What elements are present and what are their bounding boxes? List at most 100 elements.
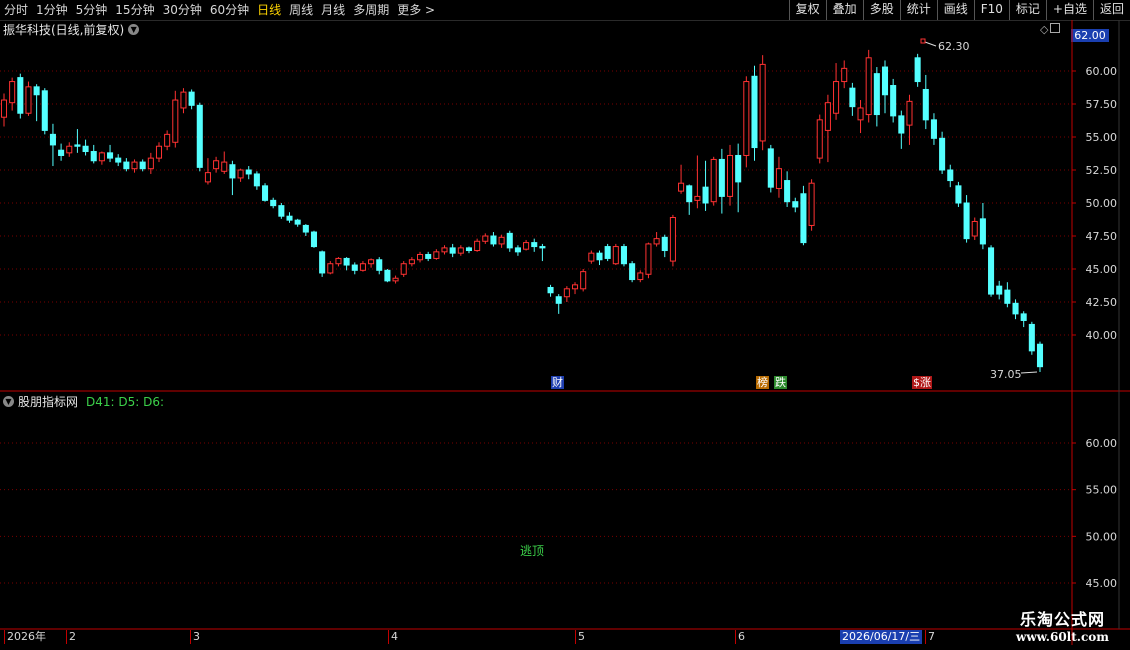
candle-body (661, 236, 668, 252)
timeline-label: 2 (66, 630, 76, 644)
candle-body (996, 285, 1003, 295)
event-tag[interactable]: 跌 (774, 376, 787, 389)
candle-body (188, 91, 195, 106)
candle-body (155, 145, 163, 159)
candle-body (327, 263, 334, 274)
candle-body (596, 252, 603, 261)
candle-body (376, 259, 383, 271)
candle-body (930, 119, 937, 139)
candle-body (482, 235, 489, 242)
candle-body (408, 259, 415, 265)
candle-body (800, 193, 807, 244)
candle-body (547, 286, 554, 294)
watermark: 乐淘公式网 www.60lt.com (995, 606, 1130, 644)
candle-body (653, 238, 660, 245)
candle-body (824, 102, 831, 131)
selected-date: 2026/06/17/三 (840, 630, 923, 644)
candle-body (588, 252, 595, 262)
candle-body (955, 185, 962, 204)
timeline-label: 3 (190, 630, 200, 644)
candle-body (979, 218, 986, 245)
candle-body (539, 246, 546, 249)
candle-body (262, 185, 269, 201)
low-price-label: 37.05 (990, 368, 1022, 381)
candle-body (873, 73, 880, 116)
candle-body (620, 246, 627, 265)
candle-body (988, 247, 995, 295)
price-tick-label: 45.00 (1086, 263, 1118, 276)
candle-body (947, 169, 954, 182)
candle-body (196, 104, 203, 168)
candle-body (82, 145, 89, 153)
timeline-label: 4 (388, 630, 398, 644)
candle-body (555, 296, 562, 304)
candle-body (41, 90, 48, 131)
candle-body (841, 67, 848, 83)
candle-body (816, 119, 823, 159)
candle-body (278, 205, 285, 217)
candle-body (914, 57, 921, 83)
candle-body (359, 263, 366, 271)
timeline-label: 5 (575, 630, 585, 644)
price-tick-label: 40.00 (1086, 329, 1118, 342)
timeline-label: 6 (735, 630, 745, 644)
candle-body (335, 257, 342, 265)
candle-body (743, 81, 750, 156)
candle-body (580, 271, 587, 290)
candle-body (400, 263, 407, 275)
price-tick-label: 42.50 (1086, 296, 1118, 309)
candle-body (172, 99, 179, 143)
candle-body (465, 247, 473, 252)
kline-chart[interactable]: 60.00 57.50 55.00 52.50 50.00 47.50 45.00 42.50… (0, 0, 1130, 650)
indicator-tick-label: 45.00 (1086, 577, 1118, 590)
event-tag[interactable]: 财 (551, 376, 564, 389)
candle-body (343, 257, 350, 266)
candle-body (74, 144, 81, 147)
candle-body (368, 259, 375, 265)
event-tag[interactable]: 涨 (919, 376, 932, 389)
candle-body (98, 152, 105, 162)
candle-body (531, 242, 538, 248)
candle-body (270, 199, 277, 207)
candle-body (237, 169, 244, 179)
candle-body (849, 87, 856, 108)
timeline-label: 2026年 (4, 630, 46, 644)
timeline-bar: 2026年 2 3 4 5 6 7 2026/06/17/三 (0, 630, 1130, 644)
candle-body (253, 173, 260, 187)
candle-body (1004, 289, 1011, 304)
price-tick-label: 57.50 (1086, 98, 1118, 111)
candle-body (571, 284, 579, 290)
candle-body (1036, 343, 1044, 368)
high-arrow (924, 41, 937, 47)
candle-body (922, 88, 929, 121)
candle-body (107, 152, 114, 159)
signal-label: 逃顶 (520, 544, 545, 558)
candle-body (147, 157, 154, 170)
candle-body (164, 133, 171, 147)
event-tag[interactable]: 榜 (756, 376, 769, 389)
candle-body (66, 145, 73, 154)
candle-body (1012, 302, 1019, 315)
candle-body (775, 168, 782, 189)
candle-body (694, 195, 701, 201)
candle-body (213, 160, 220, 170)
candle-body (792, 201, 799, 208)
candle-body (433, 251, 440, 259)
candle-body (906, 100, 913, 126)
low-arrow (1020, 371, 1038, 374)
candle-body (1028, 323, 1035, 352)
candle-body (245, 169, 252, 175)
candle-body (229, 164, 236, 179)
price-tick-label: 50.00 (1086, 197, 1118, 210)
candle-body (449, 247, 456, 254)
candle-body (523, 242, 530, 250)
candle-body (759, 63, 766, 142)
price-tick-label: 47.50 (1086, 230, 1118, 243)
price-tick-label: 55.00 (1086, 131, 1118, 144)
candle-body (767, 148, 774, 188)
candle-body (514, 247, 521, 253)
candle-body (645, 243, 652, 275)
candle-body (971, 220, 978, 237)
candle-body (25, 86, 32, 114)
candle-body (58, 149, 65, 156)
